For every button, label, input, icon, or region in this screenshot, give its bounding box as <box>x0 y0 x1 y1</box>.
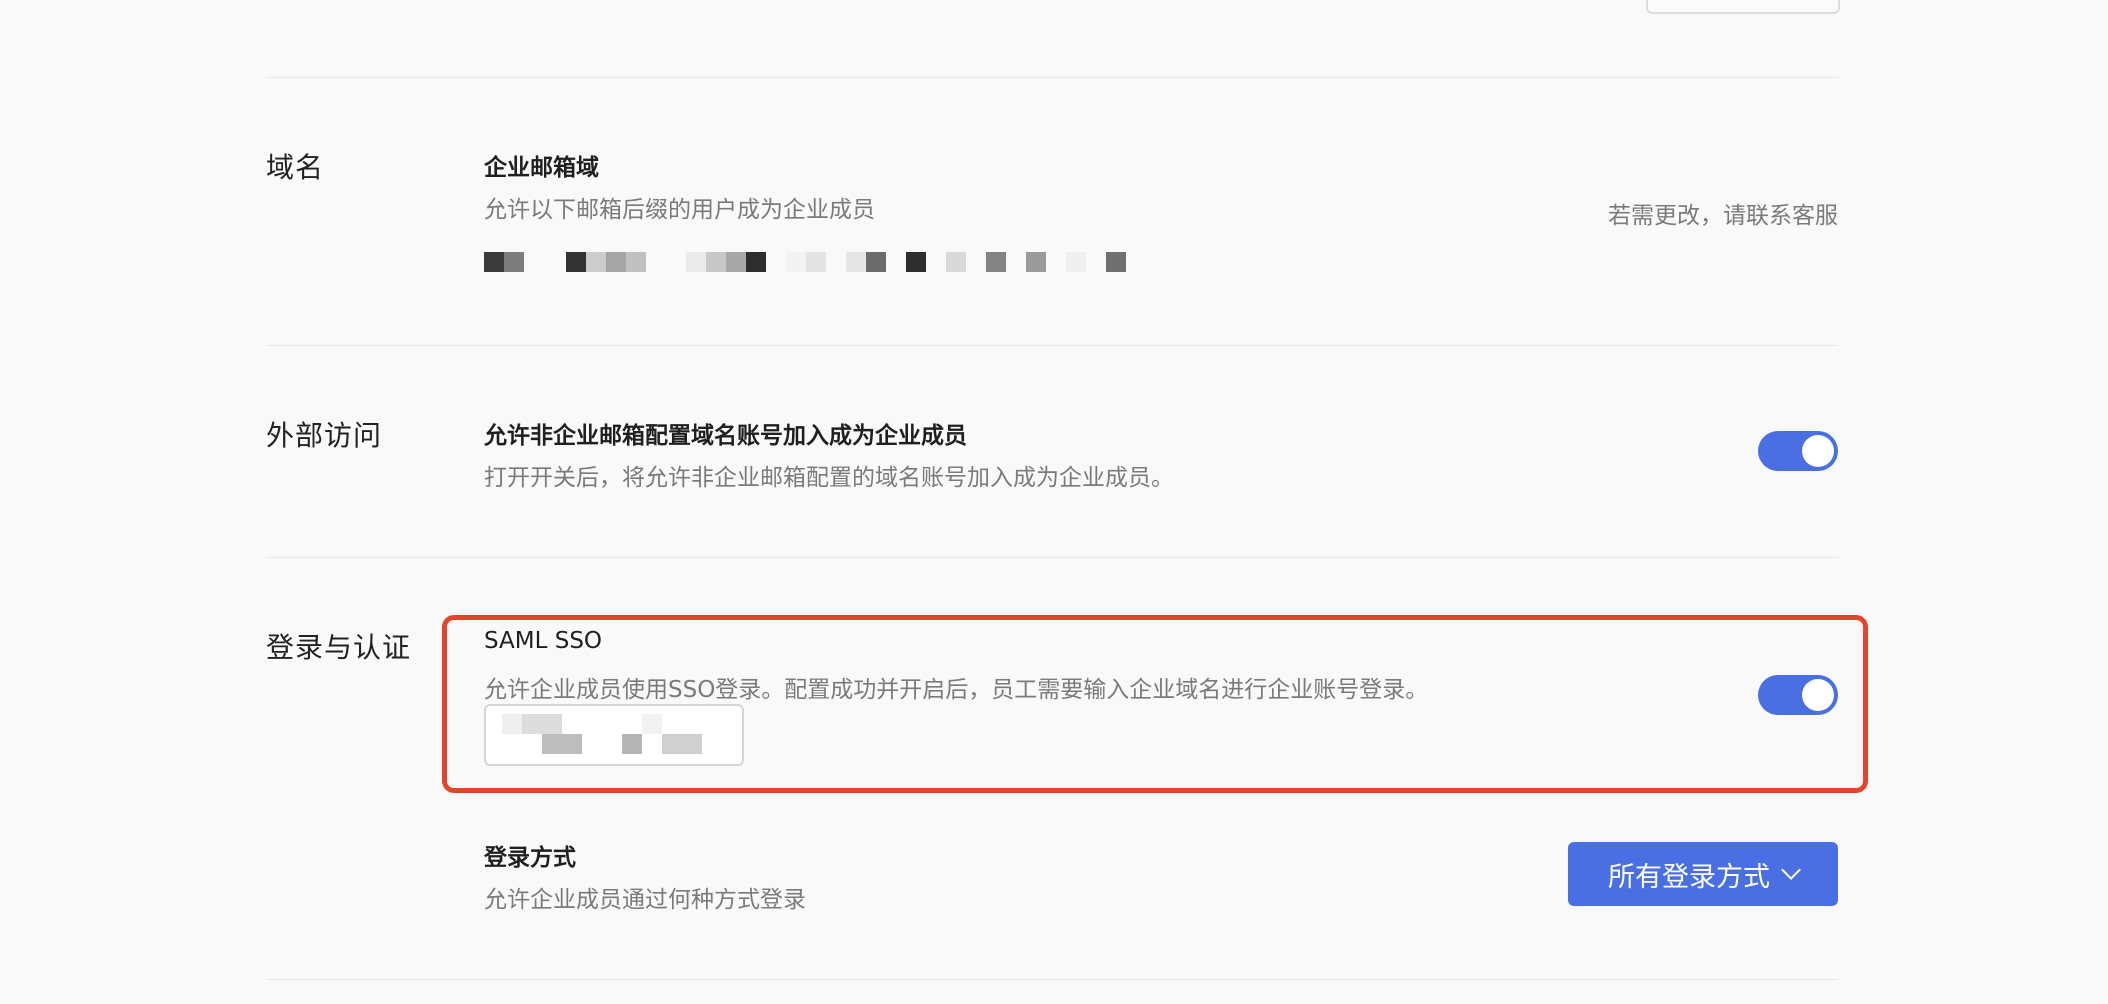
enterprise-email-domain-desc: 允许以下邮箱后缀的用户成为企业成员 <box>484 197 875 223</box>
divider <box>266 77 1838 78</box>
settings-page: 域名 企业邮箱域 允许以下邮箱后缀的用户成为企业成员 若需更改，请联系客服 外部… <box>0 0 2108 1004</box>
login-method-desc: 允许企业成员通过何种方式登录 <box>484 887 806 913</box>
external-access-title: 允许非企业邮箱配置域名账号加入成为企业成员 <box>484 423 967 449</box>
divider <box>266 345 1838 346</box>
saml-sso-title: SAML SSO <box>484 628 603 654</box>
external-access-desc: 打开开关后，将允许非企业邮箱配置的域名账号加入成为企业成员。 <box>484 465 1174 491</box>
login-method-dropdown[interactable]: 所有登录方式 <box>1568 842 1838 906</box>
toggle-knob <box>1802 435 1834 467</box>
saml-sso-toggle[interactable] <box>1758 675 1838 715</box>
contact-support-note: 若需更改，请联系客服 <box>1608 203 1838 229</box>
toggle-knob <box>1802 679 1834 711</box>
redacted-domain-list <box>484 252 1134 274</box>
chevron-down-icon <box>1781 860 1801 880</box>
section-label-login-auth: 登录与认证 <box>266 631 412 664</box>
section-label-external-access: 外部访问 <box>266 419 383 452</box>
external-access-toggle[interactable] <box>1758 431 1838 471</box>
login-method-title: 登录方式 <box>484 845 576 871</box>
saml-sso-desc: 允许企业成员使用SSO登录。配置成功并开启后，员工需要输入企业域名进行企业账号登… <box>484 677 1429 703</box>
enterprise-email-domain-title: 企业邮箱域 <box>484 155 599 181</box>
divider <box>266 557 1838 558</box>
truncated-input[interactable] <box>1646 0 1840 14</box>
sso-config-field[interactable] <box>484 704 744 766</box>
login-method-dropdown-label: 所有登录方式 <box>1608 861 1770 893</box>
divider <box>266 979 1838 980</box>
section-label-domain: 域名 <box>266 151 325 184</box>
